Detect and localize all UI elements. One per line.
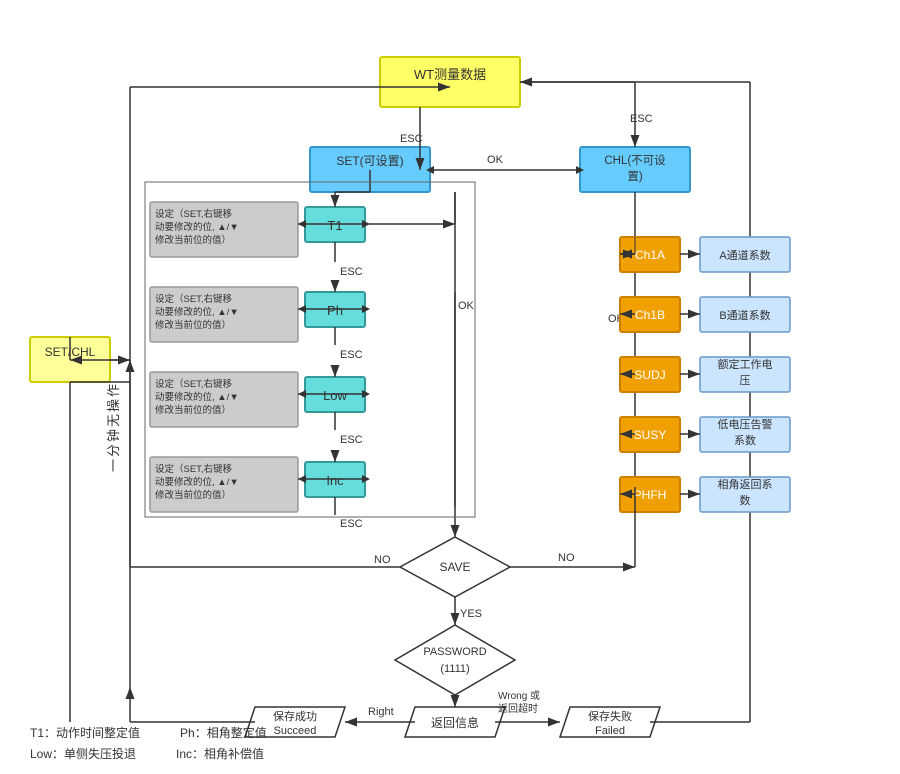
svg-text:ESC: ESC — [630, 113, 653, 125]
svg-text:修改当前位的值）: 修改当前位的值） — [155, 319, 231, 331]
svg-text:A通道系数: A通道系数 — [719, 248, 770, 262]
flowchart-svg: WT测量数据 SET(可设置) CHL(不可设 置) ESC ESC OK SE… — [0, 0, 900, 774]
svg-text:保存成功: 保存成功 — [273, 709, 317, 723]
legend-low: Low：单侧失压投退 — [30, 744, 136, 766]
svg-text:Failed: Failed — [595, 725, 625, 737]
svg-text:修改当前位的值）: 修改当前位的值） — [155, 234, 231, 246]
svg-text:SET(可设置): SET(可设置) — [336, 154, 403, 168]
svg-text:低电压告警: 低电压告警 — [718, 417, 773, 431]
svg-text:Ph: Ph — [327, 303, 343, 318]
svg-text:Right: Right — [368, 706, 394, 718]
svg-text:ESC: ESC — [340, 518, 363, 530]
svg-text:动要修改的位, ▲/▼: 动要修改的位, ▲/▼ — [155, 221, 239, 233]
svg-text:PASSWORD: PASSWORD — [423, 646, 486, 658]
legend-row-1: T1：动作时间整定值 Ph：相角整定值 — [30, 723, 267, 745]
legend-ph: Ph：相角整定值 — [180, 723, 267, 745]
svg-text:动要修改的位, ▲/▼: 动要修改的位, ▲/▼ — [155, 391, 239, 403]
svg-text:相角返回系: 相角返回系 — [718, 478, 773, 491]
svg-text:动要修改的位, ▲/▼: 动要修改的位, ▲/▼ — [155, 476, 239, 488]
svg-text:设定（SET,右键移: 设定（SET,右键移 — [155, 463, 233, 475]
svg-text:NO: NO — [374, 554, 391, 566]
legend-t1: T1：动作时间整定值 — [30, 723, 140, 745]
svg-text:返回信息: 返回信息 — [431, 715, 479, 730]
svg-text:系数: 系数 — [734, 434, 756, 447]
svg-text:额定工作电: 额定工作电 — [718, 357, 773, 371]
svg-text:数: 数 — [740, 494, 751, 507]
svg-text:设定（SET,右键移: 设定（SET,右键移 — [155, 378, 233, 390]
svg-text:T1: T1 — [327, 218, 342, 233]
svg-text:压: 压 — [740, 374, 751, 387]
svg-text:Wrong 或: Wrong 或 — [498, 690, 540, 702]
svg-text:PHFH: PHFH — [634, 488, 667, 502]
svg-text:设定（SET,右键移: 设定（SET,右键移 — [155, 208, 233, 220]
svg-text:OK: OK — [458, 300, 475, 312]
svg-text:Ch1A: Ch1A — [635, 248, 665, 262]
legend: T1：动作时间整定值 Ph：相角整定值 Low：单侧失压投退 Inc：相角补偿值 — [30, 723, 267, 766]
svg-text:Inc: Inc — [326, 473, 344, 488]
svg-text:ESC: ESC — [400, 133, 423, 145]
svg-text:B通道系数: B通道系数 — [719, 308, 770, 322]
svg-text:NO: NO — [558, 552, 575, 564]
svg-text:一分钟无操作: 一分钟无操作 — [106, 382, 121, 472]
svg-text:动要修改的位, ▲/▼: 动要修改的位, ▲/▼ — [155, 306, 239, 318]
svg-text:保存失败: 保存失败 — [588, 709, 632, 723]
svg-text:设定（SET,右键移: 设定（SET,右键移 — [155, 293, 233, 305]
svg-text:置): 置) — [627, 170, 642, 183]
svg-text:ESC: ESC — [340, 266, 363, 278]
legend-inc: Inc：相角补偿值 — [176, 744, 264, 766]
svg-text:修改当前位的值）: 修改当前位的值） — [155, 404, 231, 416]
svg-text:ESC: ESC — [340, 349, 363, 361]
svg-text:Succeed: Succeed — [274, 725, 317, 737]
svg-text:ESC: ESC — [340, 434, 363, 446]
svg-text:SUSY: SUSY — [634, 428, 667, 442]
svg-text:CHL(不可设: CHL(不可设 — [604, 154, 666, 167]
svg-text:Low: Low — [323, 388, 347, 403]
svg-text:Ch1B: Ch1B — [635, 308, 665, 322]
svg-text:OK: OK — [487, 154, 504, 166]
svg-text:SUDJ: SUDJ — [634, 368, 665, 382]
legend-row-2: Low：单侧失压投退 Inc：相角补偿值 — [30, 744, 267, 766]
svg-text:修改当前位的值）: 修改当前位的值） — [155, 489, 231, 501]
diagram-container: WT测量数据 SET(可设置) CHL(不可设 置) ESC ESC OK SE… — [0, 0, 900, 774]
svg-text:YES: YES — [460, 608, 482, 620]
svg-text:WT测量数据: WT测量数据 — [414, 67, 486, 82]
svg-text:(1111): (1111) — [440, 663, 469, 675]
svg-text:SAVE: SAVE — [439, 560, 470, 574]
svg-text:返回超时: 返回超时 — [498, 702, 538, 715]
